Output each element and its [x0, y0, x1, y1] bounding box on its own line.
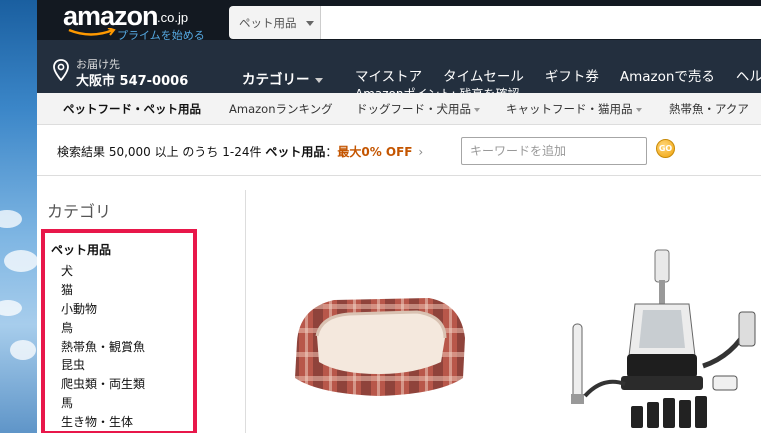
top-nav-bar: amazon .co.jp プライムを始める ペット用品 [37, 0, 761, 42]
product-image-grooming-vacuum[interactable] [563, 246, 761, 433]
sub-nav-bar: ペットフード・ペット用品 Amazonランキング ドッグフード・犬用品 キャット… [37, 93, 761, 125]
category-item-horse[interactable]: 馬 [61, 394, 145, 413]
category-menu-button[interactable]: カテゴリー [242, 68, 323, 88]
nav-link-help[interactable]: ヘルプ [736, 65, 761, 85]
results-count: 検索結果 50,000 以上 のうち 1-24件 [57, 145, 262, 159]
caret-down-icon [306, 21, 314, 26]
results-bar: 検索結果 50,000 以上 のうち 1-24件 ペット用品：最大0% OFF … [37, 126, 761, 176]
nav-link-sell[interactable]: Amazonで売る [620, 65, 715, 85]
browser-page: amazon .co.jp プライムを始める ペット用品 Amazonポイント:… [37, 0, 761, 433]
nav-link-giftcard[interactable]: ギフト券 [545, 65, 599, 85]
keyword-input[interactable] [461, 137, 647, 165]
desktop-background [0, 0, 38, 433]
category-item-cat[interactable]: 猫 [61, 281, 145, 300]
nav-links: マイストア タイムセール ギフト券 Amazonで売る ヘルプ [355, 65, 761, 85]
results-category: ペット用品 [265, 145, 326, 159]
caret-down-icon [635, 107, 642, 112]
category-highlight-box: ペット用品 犬 猫 小動物 鳥 熱帯魚・観賞魚 昆虫 爬虫類・両生類 馬 生き物… [41, 229, 197, 433]
search-category-dropdown[interactable]: ペット用品 [229, 6, 321, 39]
logo-tld: .co.jp [157, 10, 189, 25]
nav-link-timesale[interactable]: タイムセール [443, 65, 524, 85]
category-item-small-animal[interactable]: 小動物 [61, 300, 145, 319]
sidebar-root-category[interactable]: ペット用品 [51, 241, 111, 258]
location-pin-icon [53, 59, 69, 81]
caret-down-icon [474, 107, 480, 112]
results-colon: ： [325, 145, 338, 159]
amazon-logo[interactable]: amazon .co.jp プライムを始める [63, 1, 223, 42]
product-image-pet-bed[interactable] [289, 290, 469, 400]
go-button[interactable]: GO [656, 139, 675, 158]
search-input[interactable] [321, 6, 761, 39]
deliver-to[interactable]: お届け先 大阪市 547-0006 [53, 56, 213, 90]
nav-link-mystore[interactable]: マイストア [355, 65, 422, 85]
subnav-item-pet-food[interactable]: ペットフード・ペット用品 [63, 101, 201, 117]
offer-link[interactable]: 最大0% OFF [337, 145, 412, 159]
category-item-live-animal[interactable]: 生き物・生体 [61, 413, 145, 432]
subnav-item-ranking[interactable]: Amazonランキング [229, 101, 333, 117]
subnav-item-cat[interactable]: キャットフード・猫用品 [506, 101, 642, 117]
search-category-label: ペット用品 [239, 16, 297, 30]
category-item-reptile[interactable]: 爬虫類・両生類 [61, 375, 145, 394]
category-item-dog[interactable]: 犬 [61, 262, 145, 281]
category-item-insect[interactable]: 昆虫 [61, 356, 145, 375]
category-list: 犬 猫 小動物 鳥 熱帯魚・観賞魚 昆虫 爬虫類・両生類 馬 生き物・生体 [61, 262, 145, 432]
subnav-item-dog-label: ドッグフード・犬用品 [356, 102, 471, 116]
caret-down-icon [314, 77, 323, 83]
subnav-item-cat-label: キャットフード・猫用品 [506, 102, 633, 116]
category-menu-label: カテゴリー [242, 72, 310, 88]
smile-arrow-icon [68, 28, 116, 36]
category-sidebar: カテゴリ ペット用品 犬 猫 小動物 鳥 熱帯魚・観賞魚 昆虫 爬虫類・両生類 … [37, 190, 246, 433]
results-summary: 検索結果 50,000 以上 のうち 1-24件 ペット用品：最大0% OFF … [57, 143, 423, 160]
category-item-bird[interactable]: 鳥 [61, 319, 145, 338]
deliver-location: 大阪市 547-0006 [76, 74, 189, 89]
subnav-item-aqua[interactable]: 熱帯魚・アクア [669, 101, 749, 117]
subnav-item-aqua-label: 熱帯魚・アクア [669, 102, 749, 116]
chevron-right-icon: › [418, 145, 424, 159]
subnav-item-dog[interactable]: ドッグフード・犬用品 [356, 101, 480, 117]
sidebar-heading: カテゴリ [47, 202, 112, 221]
category-item-fish[interactable]: 熱帯魚・観賞魚 [61, 338, 145, 357]
